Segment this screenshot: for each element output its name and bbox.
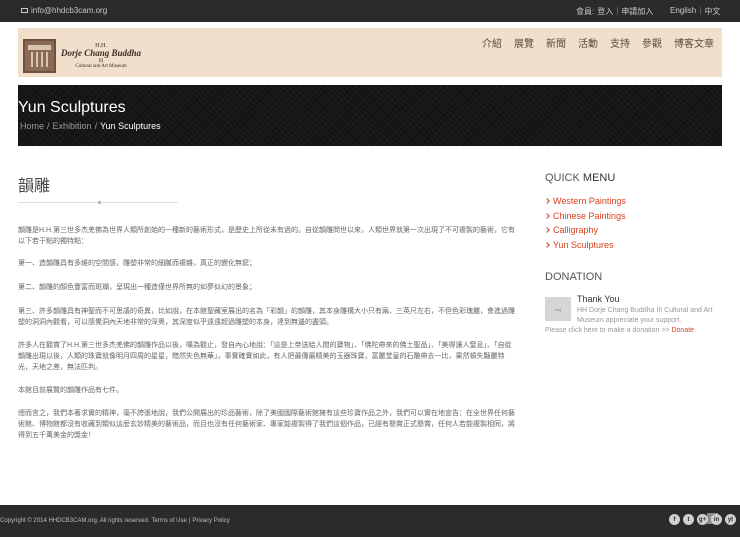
donation-title: Thank You	[577, 294, 620, 304]
page-title: Yun Sculptures	[18, 99, 126, 116]
quick-menu-prefix: QUICK	[545, 172, 580, 184]
quick-menu-suffix: MENU	[582, 172, 616, 184]
breadcrumb-separator: /	[94, 121, 98, 131]
menu-item-chinese-paintings[interactable]: Chinese Paintings	[544, 209, 725, 224]
museum-building-icon	[23, 39, 56, 73]
article-paragraph: 許多人在觀賞了H.H.第三世多杰羌佛的韻雕作品以後，嘆為觀止，發自內心地說：「這…	[18, 342, 512, 371]
article-paragraph: 第三、許多韻雕具有神聖而不可思議的奇異，比如說，在本館聖藏室展出的名為「彩韻」的…	[18, 308, 515, 326]
heading-divider	[18, 201, 178, 204]
breadcrumb-separator: /	[47, 121, 50, 131]
article-paragraph: 總而言之，我們本著求實的精神，毫不誇張地說，我們公開展出的珍品藝術，除了美國國際…	[18, 410, 515, 439]
logo-line-4: Cultural and Art Museum	[75, 63, 127, 69]
contact-email[interactable]: info@hhdcb3cam.org	[21, 6, 107, 15]
privacy-link[interactable]: Privacy Policy	[192, 518, 229, 524]
lang-chinese[interactable]: 中文	[704, 6, 720, 17]
site-logo[interactable]: H.H. Dorje Chang Buddha III Cultural and…	[23, 38, 143, 74]
breadcrumb: Home / Exhibition / Yun Sculptures	[20, 121, 161, 131]
donation-heading: DONATION	[545, 271, 603, 283]
terms-link[interactable]: Terms of Use	[151, 518, 186, 524]
logo-line-2: Dorje Chang Buddha	[61, 48, 142, 59]
quick-menu-list: Western Paintings Chinese Paintings Call…	[544, 194, 725, 253]
login-link[interactable]: 登入	[597, 6, 613, 17]
linkedin-icon[interactable]: in	[711, 514, 722, 525]
lang-english[interactable]: English	[670, 6, 696, 17]
member-links: 會員: 登入 | 申請加入	[576, 6, 653, 17]
member-label: 會員:	[576, 7, 595, 16]
footer-copyright: Copyright © 2014 HHDCB3CAM.org. All righ…	[0, 518, 230, 524]
donation-description: HH Dorje Chang Buddha III Cultural and A…	[577, 307, 713, 324]
chevron-right-icon	[544, 241, 550, 248]
article-heading: 韻雕	[18, 178, 51, 195]
facebook-icon[interactable]: f	[669, 514, 680, 525]
youtube-icon[interactable]: yt	[725, 514, 736, 525]
social-links: f t g+ in yt	[669, 514, 736, 525]
nav-blog[interactable]: 博客文章	[674, 35, 714, 50]
article-paragraph: 第二、韻雕的顏色豐富而斑斕，呈現出一種造僅世界所無的如夢似幻的景象；	[18, 284, 256, 291]
menu-item-label[interactable]: Western Paintings	[553, 194, 626, 209]
thumbnail-label: img	[554, 306, 562, 312]
article-paragraph: 第一、造韻雕具有多維的空間感，雕塑非常的細膩而複雜，真正的變化無窮；	[18, 260, 256, 267]
breadcrumb-current: Yun Sculptures	[100, 121, 161, 131]
envelope-icon	[21, 8, 28, 13]
language-switch: English | 中文	[670, 6, 720, 17]
site-header: H.H. Dorje Chang Buddha III Cultural and…	[18, 28, 722, 77]
quick-menu: QUICK MENU Western Paintings Chinese Pai…	[544, 172, 725, 253]
article: 韻雕 韻雕是H.H.第三世多杰羌佛為世界人類所創始的一種新的藝術形式，是歷史上所…	[18, 172, 515, 441]
nav-exhibition[interactable]: 展覽	[514, 35, 534, 50]
divider: |	[699, 6, 702, 15]
donate-link[interactable]: Donate	[671, 327, 694, 334]
donation-prompt-text: Please click here to make a donation >>	[545, 327, 670, 334]
divider: |	[616, 6, 619, 15]
chevron-right-icon	[544, 227, 550, 234]
join-link[interactable]: 申請加入	[621, 6, 653, 17]
footer-divider: |	[188, 518, 191, 524]
menu-item-label[interactable]: Yun Sculptures	[553, 238, 614, 253]
site-footer: Copyright © 2014 HHDCB3CAM.org. All righ…	[0, 505, 740, 537]
menu-item-yun-sculptures[interactable]: Yun Sculptures	[544, 238, 725, 253]
donation-thumbnail: img	[545, 297, 571, 321]
nav-intro[interactable]: 介紹	[482, 35, 502, 50]
nav-events[interactable]: 活動	[578, 35, 598, 50]
article-paragraph: 本館目前展覽的韻雕作品有七件。	[18, 387, 123, 394]
article-paragraph: 韻雕是H.H.第三世多杰羌佛為世界人類所創始的一種新的藝術形式，是歷史上所從未有…	[18, 227, 515, 245]
menu-item-western-paintings[interactable]: Western Paintings	[544, 194, 725, 209]
menu-item-calligraphy[interactable]: Calligraphy	[544, 223, 725, 238]
donation-prompt: Please click here to make a donation >> …	[545, 327, 735, 334]
google-plus-icon[interactable]: g+	[697, 514, 708, 525]
main-nav: 介紹 展覽 新聞 活動 支持 參觀 博客文章	[482, 35, 714, 50]
chevron-right-icon	[544, 198, 550, 205]
top-bar: info@hhdcb3cam.org 會員: 登入 | 申請加入 English…	[0, 0, 740, 22]
donation-section: DONATION img Thank You HH Dorje Chang Bu…	[545, 271, 725, 334]
twitter-icon[interactable]: t	[683, 514, 694, 525]
logo-text: H.H. Dorje Chang Buddha III Cultural and…	[61, 43, 141, 69]
nav-visit[interactable]: 參觀	[642, 35, 662, 50]
breadcrumb-home[interactable]: Home	[20, 121, 44, 131]
page-banner: Yun Sculptures Home / Exhibition / Yun S…	[18, 85, 722, 146]
menu-item-label[interactable]: Calligraphy	[553, 223, 598, 238]
quick-menu-heading: QUICK MENU	[545, 172, 725, 184]
copyright-text: Copyright © 2014 HHDCB3CAM.org. All righ…	[0, 518, 150, 524]
menu-item-label[interactable]: Chinese Paintings	[553, 209, 626, 224]
email-text[interactable]: info@hhdcb3cam.org	[31, 6, 107, 15]
breadcrumb-exhibition[interactable]: Exhibition	[53, 121, 92, 131]
nav-support[interactable]: 支持	[610, 35, 630, 50]
chevron-right-icon	[544, 212, 550, 219]
nav-news[interactable]: 新聞	[546, 35, 566, 50]
